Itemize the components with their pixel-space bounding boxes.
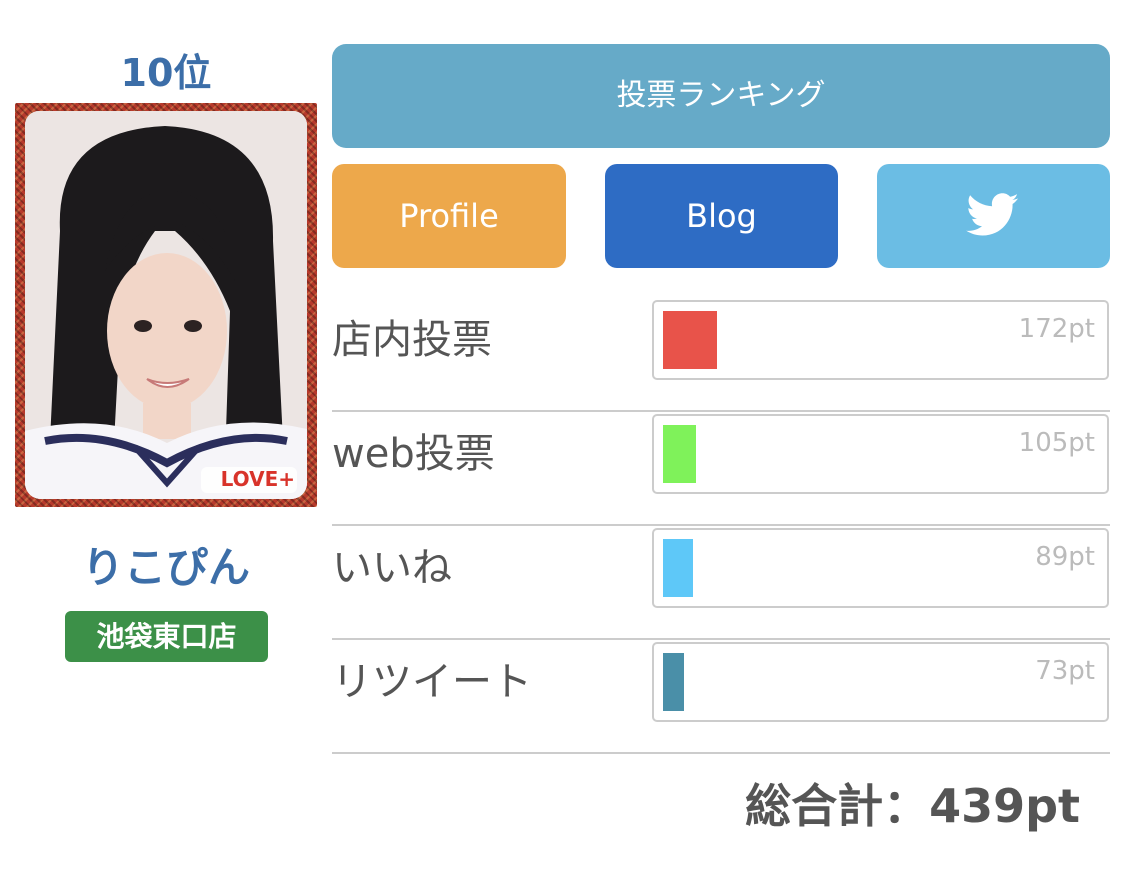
vote-value: 105pt: [1018, 428, 1095, 458]
total-points: 総合計：439pt: [745, 779, 1080, 833]
vote-bar-fill: [663, 653, 684, 711]
vote-value: 73pt: [1035, 656, 1095, 686]
vote-row-retweet: リツイート 73pt: [332, 640, 1110, 754]
vote-bar-track: 73pt: [652, 642, 1109, 722]
twitter-button[interactable]: [877, 164, 1110, 268]
vote-bar-fill: [663, 539, 693, 597]
vote-bar-track: 105pt: [652, 414, 1109, 494]
vote-value: 89pt: [1035, 542, 1095, 572]
twitter-icon: [966, 193, 1019, 236]
vote-label: いいね: [332, 545, 452, 591]
vote-label: web投票: [332, 431, 495, 477]
vote-row-store: 店内投票 172pt: [332, 298, 1110, 412]
vote-bar-fill: [663, 425, 696, 483]
member-photo-illustration: [25, 111, 307, 499]
vote-row-web: web投票 105pt: [332, 412, 1110, 526]
vote-bar-track: 172pt: [652, 300, 1109, 380]
vote-bar-fill: [663, 311, 717, 369]
blog-button[interactable]: Blog: [605, 164, 838, 268]
vote-row-like: いいね 89pt: [332, 526, 1110, 640]
member-name[interactable]: りこぴん: [15, 540, 317, 596]
member-photo-frame[interactable]: LOVE+: [15, 103, 317, 507]
vote-value: 172pt: [1018, 314, 1095, 344]
vote-label: 店内投票: [332, 317, 492, 363]
vote-ranking-button[interactable]: 投票ランキング: [332, 44, 1110, 148]
profile-button[interactable]: Profile: [332, 164, 566, 268]
photo-watermark: LOVE+: [220, 467, 295, 491]
store-badge[interactable]: 池袋東口店: [65, 611, 268, 662]
rank-label: 10位: [120, 51, 212, 95]
member-photo[interactable]: LOVE+: [25, 111, 307, 499]
vote-bar-track: 89pt: [652, 528, 1109, 608]
vote-label: リツイート: [332, 659, 532, 705]
